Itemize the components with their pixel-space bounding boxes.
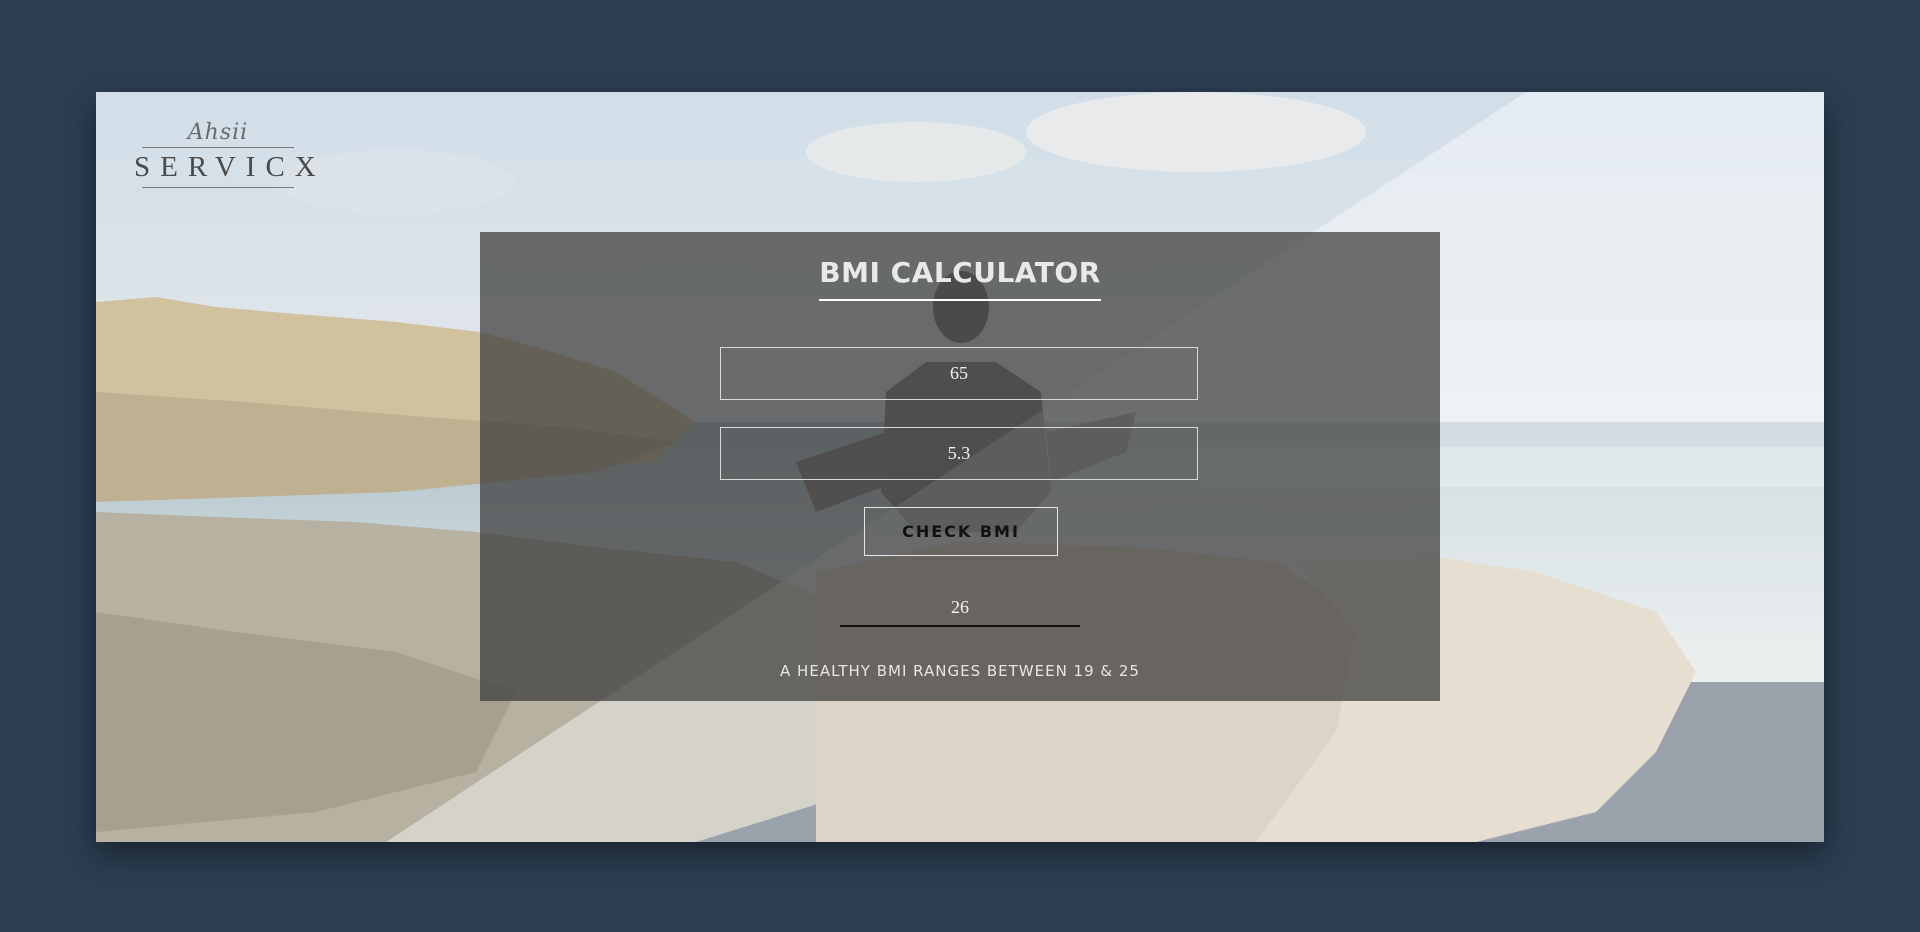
brand-logo[interactable]: Ahsii SERVICX bbox=[126, 120, 326, 190]
bmi-result: 26 bbox=[840, 592, 1080, 627]
logo-divider bbox=[142, 147, 294, 148]
height-input[interactable] bbox=[720, 427, 1198, 480]
weight-input[interactable] bbox=[720, 347, 1198, 400]
calculator-title: BMI CALCULATOR bbox=[819, 256, 1101, 301]
hero-card: Ahsii SERVICX BMI CALCULATOR CHECK BMI 2… bbox=[96, 92, 1824, 842]
brand-name: SERVICX bbox=[134, 151, 326, 183]
calculator-title-wrap: BMI CALCULATOR bbox=[480, 256, 1440, 301]
bmi-calculator-panel: BMI CALCULATOR CHECK BMI 26 A HEALTHY BM… bbox=[480, 232, 1440, 701]
page: Ahsii SERVICX BMI CALCULATOR CHECK BMI 2… bbox=[0, 0, 1920, 932]
brand-script: Ahsii bbox=[187, 120, 249, 145]
logo-divider-bottom bbox=[142, 187, 294, 188]
check-bmi-button[interactable]: CHECK BMI bbox=[864, 507, 1058, 556]
healthy-range-note: A HEALTHY BMI RANGES BETWEEN 19 & 25 bbox=[780, 662, 1140, 680]
